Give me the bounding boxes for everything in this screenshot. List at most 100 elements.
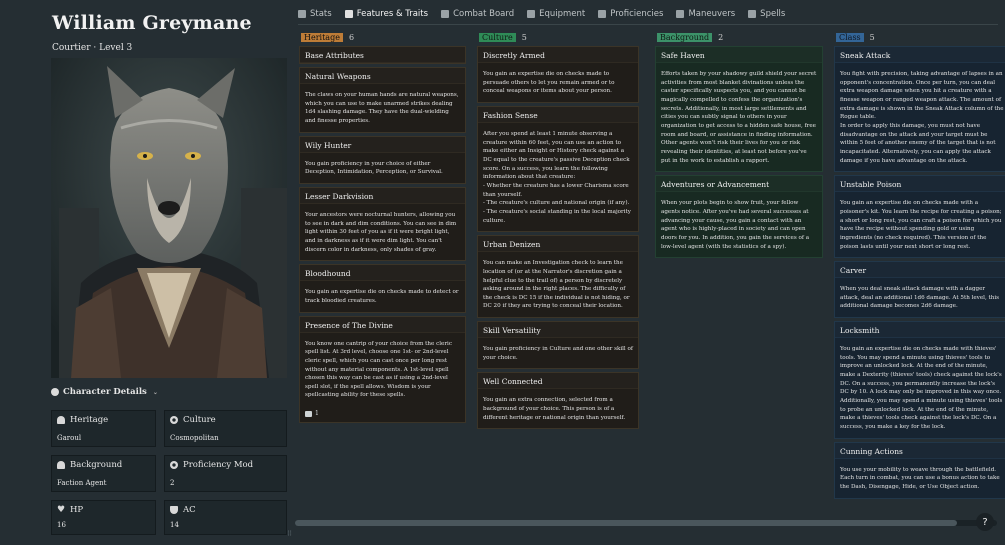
background-card: Background Faction Agent bbox=[51, 455, 156, 492]
class-feature-title[interactable]: Unstable Poison bbox=[835, 176, 1005, 193]
tab-stats-label: Stats bbox=[310, 9, 332, 19]
culture-card: Culture Cosmopolitan bbox=[164, 410, 287, 447]
heritage-feature-title[interactable]: Lesser Darkvision bbox=[300, 188, 465, 204]
class-feature-card: Cunning Actions You use your mobility to … bbox=[834, 441, 1005, 499]
heritage-feature-title[interactable]: Base Attributes bbox=[300, 47, 465, 63]
heritage-feature-card: Presence of The Divine You know one cantr… bbox=[299, 315, 466, 424]
culture-feature-description: You gain an extra connection, selected f… bbox=[483, 397, 626, 421]
tab-maneuvers[interactable]: Maneuvers bbox=[676, 9, 735, 19]
culture-feature-title[interactable]: Discretly Armed bbox=[478, 47, 638, 63]
hp-card: ♥ HP 16 bbox=[51, 500, 156, 535]
background-feature-title[interactable]: Adventures or Advancement bbox=[656, 176, 822, 193]
culture-card-label: Culture bbox=[183, 415, 216, 425]
heritage-feature-card: Wily Hunter You gain proficiency in your … bbox=[299, 135, 466, 184]
class-column-count: 5 bbox=[869, 33, 875, 42]
heritage-value: Garoul bbox=[57, 434, 82, 442]
tab-spells[interactable]: Spells bbox=[748, 9, 785, 19]
background-value: Faction Agent bbox=[57, 479, 107, 487]
sparkle-icon bbox=[748, 10, 757, 18]
culture-feature-card: Well Connected You gain an extra connecti… bbox=[477, 372, 639, 430]
heritage-feature-card: Natural Weapons The claws on your human h… bbox=[299, 67, 466, 133]
class-column-title: Class bbox=[836, 33, 864, 42]
gear-icon bbox=[170, 461, 178, 469]
hp-card-label: HP bbox=[70, 505, 84, 515]
comment-count[interactable]: 1 bbox=[300, 406, 465, 422]
heritage-feature-title[interactable]: Presence of The Divine bbox=[300, 317, 465, 333]
tab-equipment[interactable]: Equipment bbox=[527, 9, 585, 19]
sword-icon bbox=[441, 10, 450, 18]
background-feature-description: Efforts taken by your shadowy guild shie… bbox=[661, 71, 817, 164]
user-circle-icon bbox=[51, 388, 59, 396]
heritage-feature-description: You gain proficiency in your choice of e… bbox=[305, 160, 443, 176]
chevron-down-icon: ⌄ bbox=[152, 388, 158, 396]
heritage-column-count: 6 bbox=[348, 33, 355, 42]
culture-feature-card: Fashion Sense After you spend at least 1 … bbox=[477, 105, 639, 233]
drag-handle-icon[interactable]: ⠿ bbox=[287, 530, 293, 539]
background-feature-card: Safe Haven Efforts taken by your shadowy … bbox=[655, 46, 823, 173]
culture-feature-card: Skill Versatility You gain proficiency in… bbox=[477, 321, 639, 370]
culture-column-count: 5 bbox=[521, 33, 527, 42]
culture-feature-description: You can make an Investigation check to l… bbox=[483, 260, 630, 310]
portrait-image bbox=[51, 58, 287, 378]
hp-value: 16 bbox=[57, 521, 66, 529]
background-feature-description: When your plots begin to show fruit, you… bbox=[661, 200, 810, 250]
heritage-column-title: Heritage bbox=[301, 33, 343, 42]
bag-icon bbox=[527, 10, 536, 18]
class-feature-card: Locksmith You gain an expertise die on ch… bbox=[834, 321, 1005, 439]
help-button[interactable]: ? bbox=[976, 513, 994, 531]
character-details-label: Character Details bbox=[63, 387, 147, 397]
proficiency-value: 2 bbox=[170, 479, 175, 487]
culture-column: Culture 5 Discretly Armed You gain an expe… bbox=[476, 32, 642, 517]
tab-maneuvers-label: Maneuvers bbox=[688, 9, 736, 19]
person-icon bbox=[57, 461, 65, 469]
culture-feature-title[interactable]: Urban Denizen bbox=[478, 236, 638, 253]
culture-feature-description: After you spend at least 1 minute observ… bbox=[483, 130, 631, 224]
heart-icon: ♥ bbox=[57, 505, 66, 515]
class-feature-title[interactable]: Cunning Actions bbox=[835, 443, 1005, 459]
heritage-feature-title[interactable]: Natural Weapons bbox=[300, 68, 465, 84]
culture-feature-card: Discretly Armed You gain an expertise die… bbox=[477, 46, 639, 103]
proficiency-card-label: Proficiency Mod bbox=[183, 460, 254, 470]
class-feature-description: You fight with precision, taking advanta… bbox=[840, 71, 1004, 164]
scrollbar-thumb[interactable] bbox=[295, 520, 957, 526]
heritage-card: Heritage Garoul bbox=[51, 410, 156, 447]
heritage-feature-title[interactable]: Bloodhound bbox=[300, 265, 465, 282]
heritage-feature-card: Base Attributes bbox=[299, 46, 466, 64]
class-feature-description: You gain an expertise die on checks made… bbox=[840, 200, 1002, 250]
tab-equipment-label: Equipment bbox=[539, 9, 586, 19]
class-feature-description: You use your mobility to weave through t… bbox=[840, 466, 1000, 490]
background-feature-title[interactable]: Safe Haven bbox=[656, 47, 822, 63]
horizontal-scrollbar[interactable] bbox=[295, 520, 997, 526]
shield-icon bbox=[170, 506, 178, 514]
character-details-toggle[interactable]: Character Details ⌄ bbox=[51, 384, 287, 400]
character-subtitle: Courtier · Level 3 bbox=[52, 43, 133, 53]
heritage-feature-description: The claws on your human hands are natura… bbox=[305, 92, 459, 124]
character-portrait bbox=[51, 58, 287, 378]
ac-value: 14 bbox=[170, 521, 179, 529]
proficiency-card: Proficiency Mod 2 bbox=[164, 455, 287, 492]
tab-features-traits[interactable]: Features & Traits bbox=[344, 9, 428, 19]
culture-column-title: Culture bbox=[479, 33, 516, 42]
tab-combat-label: Combat Board bbox=[453, 9, 515, 19]
class-column: Class 5 Sneak Attack You fight with precis… bbox=[833, 32, 1005, 517]
class-feature-card: Sneak Attack You fight with precision, ta… bbox=[834, 46, 1005, 173]
culture-feature-card: Urban Denizen You can make an Investigati… bbox=[477, 235, 639, 319]
culture-feature-title[interactable]: Fashion Sense bbox=[478, 107, 638, 123]
comment-icon bbox=[305, 410, 312, 417]
heritage-feature-card: Bloodhound You gain an expertise die on c… bbox=[299, 264, 466, 313]
class-feature-title[interactable]: Carver bbox=[835, 262, 1005, 279]
class-feature-card: Unstable Poison You gain an expertise die… bbox=[834, 175, 1005, 259]
background-column-count: 2 bbox=[718, 33, 724, 42]
culture-value: Cosmopolitan bbox=[170, 434, 219, 442]
tab-stats[interactable]: Stats bbox=[298, 9, 332, 19]
class-feature-title[interactable]: Sneak Attack bbox=[835, 47, 1005, 63]
heritage-feature-description: You know one cantrip of your choice from… bbox=[305, 340, 452, 399]
tab-proficiencies[interactable]: Proficiencies bbox=[598, 9, 663, 19]
phone-icon bbox=[676, 10, 685, 18]
tab-combat-board[interactable]: Combat Board bbox=[441, 9, 514, 19]
class-feature-title[interactable]: Locksmith bbox=[835, 322, 1005, 339]
tab-proficiencies-label: Proficiencies bbox=[610, 9, 664, 19]
culture-feature-title[interactable]: Skill Versatility bbox=[478, 322, 638, 339]
heritage-feature-title[interactable]: Wily Hunter bbox=[300, 137, 465, 153]
culture-feature-title[interactable]: Well Connected bbox=[478, 373, 638, 390]
